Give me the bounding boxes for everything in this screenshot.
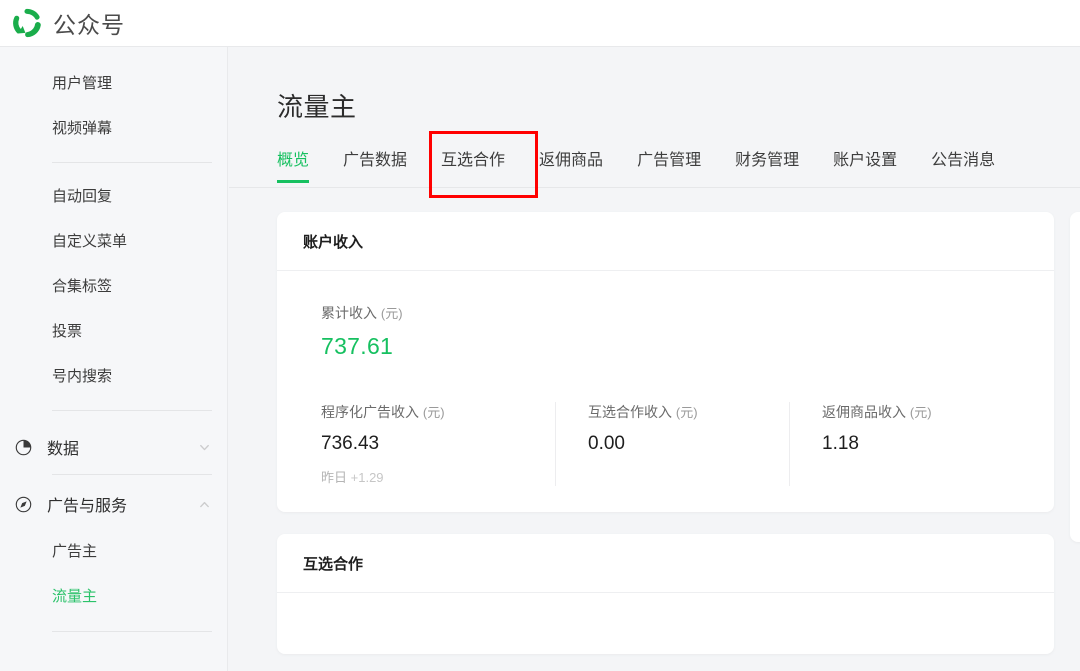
tab-overview[interactable]: 概览 (277, 146, 310, 183)
sidebar-group-ads-and-services[interactable]: 广告与服务 (0, 479, 227, 529)
tab-finance-management[interactable]: 财务管理 (735, 146, 799, 182)
programmatic-ad-income-label: 程序化广告收入 (元) (321, 402, 531, 422)
account-income-card: 账户收入 累计收入 (元) 737.61 程序化广告收入 (元) 736.43 … (277, 212, 1054, 512)
brand-title: 公众号 (53, 12, 125, 38)
rebate-product-income-metric: 返佣商品收入 (元) 1.18 (789, 402, 1023, 486)
programmatic-ad-income-metric: 程序化广告收入 (元) 736.43 昨日 +1.29 (321, 402, 555, 486)
sidebar-divider-3 (52, 474, 212, 475)
sidebar-item-vote[interactable]: 投票 (0, 309, 227, 354)
total-income-value: 737.61 (321, 333, 394, 359)
tab-rebate-products[interactable]: 返佣商品 (539, 146, 603, 182)
sidebar-divider-2 (52, 410, 212, 411)
sidebar-item-user-management[interactable]: 用户管理 (0, 61, 227, 106)
tab-bar: 概览 广告数据 互选合作 返佣商品 广告管理 财务管理 账户设置 公告消息 (229, 146, 1080, 188)
tab-ad-data[interactable]: 广告数据 (343, 146, 407, 182)
sidebar-group-ads-and-services-label: 广告与服务 (47, 498, 128, 515)
sidebar-item-collection-tag[interactable]: 合集标签 (0, 264, 227, 309)
sidebar-group-data-label: 数据 (47, 441, 80, 458)
mutual-selection-income-label-text: 互选合作收入 (588, 404, 672, 420)
mutual-selection-cooperation-card: 互选合作 (277, 534, 1054, 654)
mutual-selection-income-unit: (元) (675, 405, 698, 420)
income-breakdown-row: 程序化广告收入 (元) 736.43 昨日 +1.29 互选合作收入 (元) 0… (321, 402, 1028, 486)
total-income-unit: (元) (380, 306, 403, 321)
tab-account-settings[interactable]: 账户设置 (833, 146, 897, 182)
sidebar-item-advertiser[interactable]: 广告主 (0, 529, 227, 574)
rebate-product-income-unit: (元) (909, 405, 932, 420)
main-content: 流量主 概览 广告数据 互选合作 返佣商品 广告管理 财务管理 账户设置 公告消… (229, 47, 1080, 671)
tab-mutual-selection-cooperation[interactable]: 互选合作 (441, 146, 505, 182)
total-income-metric: 累计收入 (元) 737.61 (321, 303, 1028, 360)
right-offscreen-card (1070, 212, 1080, 542)
programmatic-ad-income-sub-delta: +1.29 (350, 470, 384, 485)
programmatic-ad-income-sub: 昨日 +1.29 (321, 467, 531, 486)
pie-chart-icon (14, 438, 33, 457)
chevron-up-icon[interactable] (198, 498, 211, 511)
programmatic-ad-income-sub-label: 昨日 (321, 470, 348, 485)
mutual-selection-cooperation-card-title: 互选合作 (277, 534, 1054, 593)
total-income-label: 累计收入 (元) (321, 303, 1028, 323)
rebate-product-income-value: 1.18 (822, 433, 859, 454)
sidebar-item-traffic-owner[interactable]: 流量主 (0, 574, 227, 619)
programmatic-ad-income-label-text: 程序化广告收入 (321, 404, 419, 420)
sidebar-item-custom-menu[interactable]: 自定义菜单 (0, 219, 227, 264)
sidebar-divider-1 (52, 162, 212, 163)
compass-icon (14, 495, 33, 514)
content-area: 账户收入 累计收入 (元) 737.61 程序化广告收入 (元) 736.43 … (229, 188, 1080, 654)
mutual-selection-income-metric: 互选合作收入 (元) 0.00 (555, 402, 789, 486)
rebate-product-income-label: 返佣商品收入 (元) (822, 402, 999, 422)
programmatic-ad-income-value: 736.43 (321, 433, 380, 454)
mutual-selection-income-label: 互选合作收入 (元) (588, 402, 765, 422)
account-income-card-title: 账户收入 (277, 212, 1054, 271)
programmatic-ad-income-unit: (元) (422, 405, 445, 420)
sidebar-item-auto-reply[interactable]: 自动回复 (0, 174, 227, 219)
app-header: 公众号 (0, 0, 1080, 47)
tab-ad-management[interactable]: 广告管理 (637, 146, 701, 182)
rebate-product-income-label-text: 返佣商品收入 (822, 404, 906, 420)
mutual-selection-income-value: 0.00 (588, 433, 625, 454)
page-title: 流量主 (277, 92, 357, 122)
tab-announcements[interactable]: 公告消息 (931, 146, 995, 182)
total-income-label-text: 累计收入 (321, 305, 377, 321)
sidebar-item-video-danmaku[interactable]: 视频弹幕 (0, 106, 227, 151)
chevron-down-icon[interactable] (198, 441, 211, 454)
sidebar: 用户管理 视频弹幕 自动回复 自定义菜单 合集标签 投票 号内搜索 数据 广告与… (0, 47, 228, 671)
account-income-card-body: 累计收入 (元) 737.61 程序化广告收入 (元) 736.43 昨日 +1… (277, 271, 1054, 512)
sidebar-divider-4 (52, 631, 212, 632)
sidebar-group-data[interactable]: 数据 (0, 422, 227, 472)
sidebar-item-in-account-search[interactable]: 号内搜索 (0, 354, 227, 399)
wechat-official-swirl-logo-icon (10, 6, 44, 40)
